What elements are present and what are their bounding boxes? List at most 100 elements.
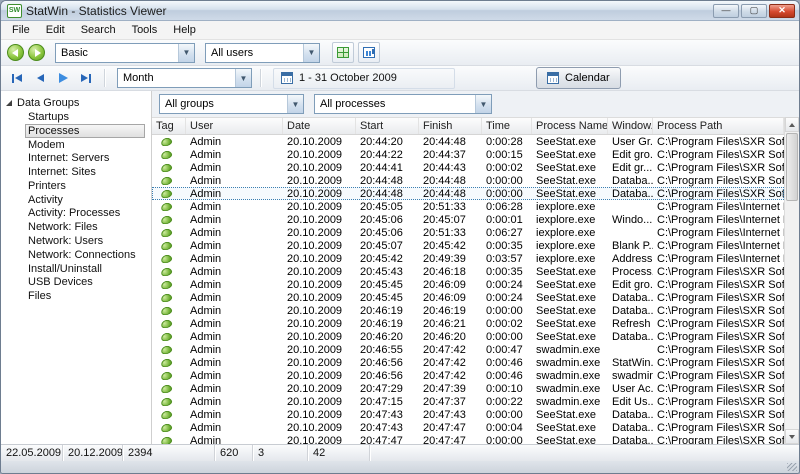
table-row[interactable]: Admin20.10.200920:47:2920:47:390:00:10sw… xyxy=(152,382,784,395)
scroll-up-button[interactable] xyxy=(785,117,799,132)
tag-icon xyxy=(160,385,173,393)
tree-item-startups[interactable]: Startups xyxy=(1,110,151,124)
tree-item-network-connections[interactable]: Network: Connections xyxy=(1,248,151,262)
scrollbar-thumb[interactable] xyxy=(786,133,798,201)
cell-path: C:\Program Files\Internet Ex... xyxy=(653,227,784,239)
column-header-time[interactable]: Time xyxy=(482,118,532,134)
next-period-button[interactable] xyxy=(53,69,73,87)
table-row[interactable]: Admin20.10.200920:47:4320:47:470:00:04Se… xyxy=(152,421,784,434)
table-row[interactable]: Admin20.10.200920:44:4820:44:480:00:00Se… xyxy=(152,187,784,200)
calendar-button[interactable]: Calendar xyxy=(536,67,621,89)
table-row[interactable]: Admin20.10.200920:45:0720:45:420:00:35ie… xyxy=(152,239,784,252)
users-combo[interactable]: All users ▼ xyxy=(205,43,320,63)
table-row[interactable]: Admin20.10.200920:44:2220:44:370:00:15Se… xyxy=(152,148,784,161)
tree-item-usb-devices[interactable]: USB Devices xyxy=(1,276,151,290)
column-header-process-path[interactable]: Process Path xyxy=(653,118,784,134)
cell-start: 20:45:43 xyxy=(356,266,419,278)
groups-filter-combo[interactable]: All groups ▼ xyxy=(159,94,304,114)
table-row[interactable]: Admin20.10.200920:45:4220:49:390:03:57ie… xyxy=(152,252,784,265)
table-row[interactable]: Admin20.10.200920:44:2020:44:480:00:28Se… xyxy=(152,135,784,148)
cell-finish: 20:46:18 xyxy=(419,266,482,278)
cell-user: Admin xyxy=(186,396,283,408)
table-row[interactable]: Admin20.10.200920:44:4120:44:430:00:02Se… xyxy=(152,161,784,174)
minimize-button[interactable]: — xyxy=(713,4,739,18)
scrollbar-track[interactable] xyxy=(785,132,799,429)
menu-file[interactable]: File xyxy=(4,22,38,38)
tree-root-data-groups[interactable]: Data Groups xyxy=(1,96,151,110)
table-row[interactable]: Admin20.10.200920:45:4520:46:090:00:24Se… xyxy=(152,278,784,291)
menu-edit[interactable]: Edit xyxy=(38,22,73,38)
chart-view-button[interactable] xyxy=(358,42,380,63)
cell-process: swadmin.exe xyxy=(532,344,608,356)
menu-search[interactable]: Search xyxy=(73,22,124,38)
back-button[interactable] xyxy=(7,44,24,61)
table-row[interactable]: Admin20.10.200920:46:5620:47:420:00:46sw… xyxy=(152,369,784,382)
tree-item-processes[interactable]: Processes xyxy=(1,124,151,138)
scroll-down-button[interactable] xyxy=(785,429,799,444)
column-header-start[interactable]: Start xyxy=(356,118,419,134)
tree-item-install-uninstall[interactable]: Install/Uninstall xyxy=(1,262,151,276)
table-row[interactable]: Admin20.10.200920:46:1920:46:190:00:00Se… xyxy=(152,304,784,317)
tree-item-internet-servers[interactable]: Internet: Servers xyxy=(1,151,151,165)
vertical-scrollbar[interactable] xyxy=(784,117,799,444)
tree-item-network-users[interactable]: Network: Users xyxy=(1,234,151,248)
table-row[interactable]: Admin20.10.200920:47:4320:47:430:00:00Se… xyxy=(152,408,784,421)
chevron-down-icon: ▼ xyxy=(178,44,194,62)
last-period-button[interactable] xyxy=(76,69,96,87)
tree-item-activity[interactable]: Activity xyxy=(1,193,151,207)
table-row[interactable]: Admin20.10.200920:46:1920:46:210:00:02Se… xyxy=(152,317,784,330)
cell-start: 20:45:42 xyxy=(356,253,419,265)
menu-tools[interactable]: Tools xyxy=(124,22,166,38)
cell-date: 20.10.2009 xyxy=(283,266,356,278)
cell-path: C:\Program Files\SXR Softw... xyxy=(653,149,784,161)
table-row[interactable]: Admin20.10.200920:47:1520:47:370:00:22sw… xyxy=(152,395,784,408)
table-row[interactable]: Admin20.10.200920:44:4820:44:480:00:00Se… xyxy=(152,174,784,187)
cell-user: Admin xyxy=(186,227,283,239)
table-row[interactable]: Admin20.10.200920:47:4720:47:470:00:00Se… xyxy=(152,434,784,444)
tag-icon xyxy=(160,424,173,432)
table-row[interactable]: Admin20.10.200920:45:0620:51:330:06:27ie… xyxy=(152,226,784,239)
cell-window: Databa... xyxy=(608,188,653,200)
table-row[interactable]: Admin20.10.200920:46:2020:46:200:00:00Se… xyxy=(152,330,784,343)
tree-item-modem[interactable]: Modem xyxy=(1,138,151,152)
triangle-down-icon xyxy=(789,435,795,439)
close-button[interactable]: ✕ xyxy=(769,4,795,18)
table-row[interactable]: Admin20.10.200920:45:4320:46:180:00:35Se… xyxy=(152,265,784,278)
table-row[interactable]: Admin20.10.200920:46:5620:47:420:00:46sw… xyxy=(152,356,784,369)
tree-item-internet-sites[interactable]: Internet: Sites xyxy=(1,165,151,179)
tree-item-activity-processes[interactable]: Activity: Processes xyxy=(1,207,151,221)
tree-item-network-files[interactable]: Network: Files xyxy=(1,220,151,234)
resize-grip[interactable] xyxy=(787,463,797,471)
table-row[interactable]: Admin20.10.200920:45:0620:45:070:00:01ie… xyxy=(152,213,784,226)
cell-time: 0:00:10 xyxy=(482,383,532,395)
column-header-tag[interactable]: Tag xyxy=(152,118,186,134)
tree-item-printers[interactable]: Printers xyxy=(1,179,151,193)
menu-help[interactable]: Help xyxy=(165,22,204,38)
grid-icon xyxy=(337,47,349,58)
profile-combo[interactable]: Basic ▼ xyxy=(55,43,195,63)
column-header-process-name[interactable]: Process Name xyxy=(532,118,608,134)
column-header-user[interactable]: User xyxy=(186,118,283,134)
status-panel-3: 620 xyxy=(215,445,253,461)
cell-user: Admin xyxy=(186,435,283,445)
column-header-window[interactable]: Window... xyxy=(608,118,653,134)
column-header-date[interactable]: Date xyxy=(283,118,356,134)
forward-button[interactable] xyxy=(28,44,45,61)
column-header-finish[interactable]: Finish xyxy=(419,118,482,134)
table-row[interactable]: Admin20.10.200920:46:5520:47:420:00:47sw… xyxy=(152,343,784,356)
cell-date: 20.10.2009 xyxy=(283,292,356,304)
table-row[interactable]: Admin20.10.200920:45:4520:46:090:00:24Se… xyxy=(152,291,784,304)
report-view-button[interactable] xyxy=(332,42,354,63)
chevron-down-icon: ▼ xyxy=(287,95,303,113)
table-row[interactable]: Admin20.10.200920:45:0520:51:330:06:28ie… xyxy=(152,200,784,213)
process-filter-combo[interactable]: All processes ▼ xyxy=(314,94,492,114)
tree-item-files[interactable]: Files xyxy=(1,289,151,303)
first-period-button[interactable] xyxy=(7,69,27,87)
tag-icon xyxy=(160,437,173,445)
maximize-button[interactable]: ▢ xyxy=(741,4,767,18)
period-combo[interactable]: Month ▼ xyxy=(117,68,252,88)
cell-time: 0:06:28 xyxy=(482,201,532,213)
cell-finish: 20:44:48 xyxy=(419,136,482,148)
profile-combo-value: Basic xyxy=(56,47,178,59)
previous-period-button[interactable] xyxy=(30,69,50,87)
